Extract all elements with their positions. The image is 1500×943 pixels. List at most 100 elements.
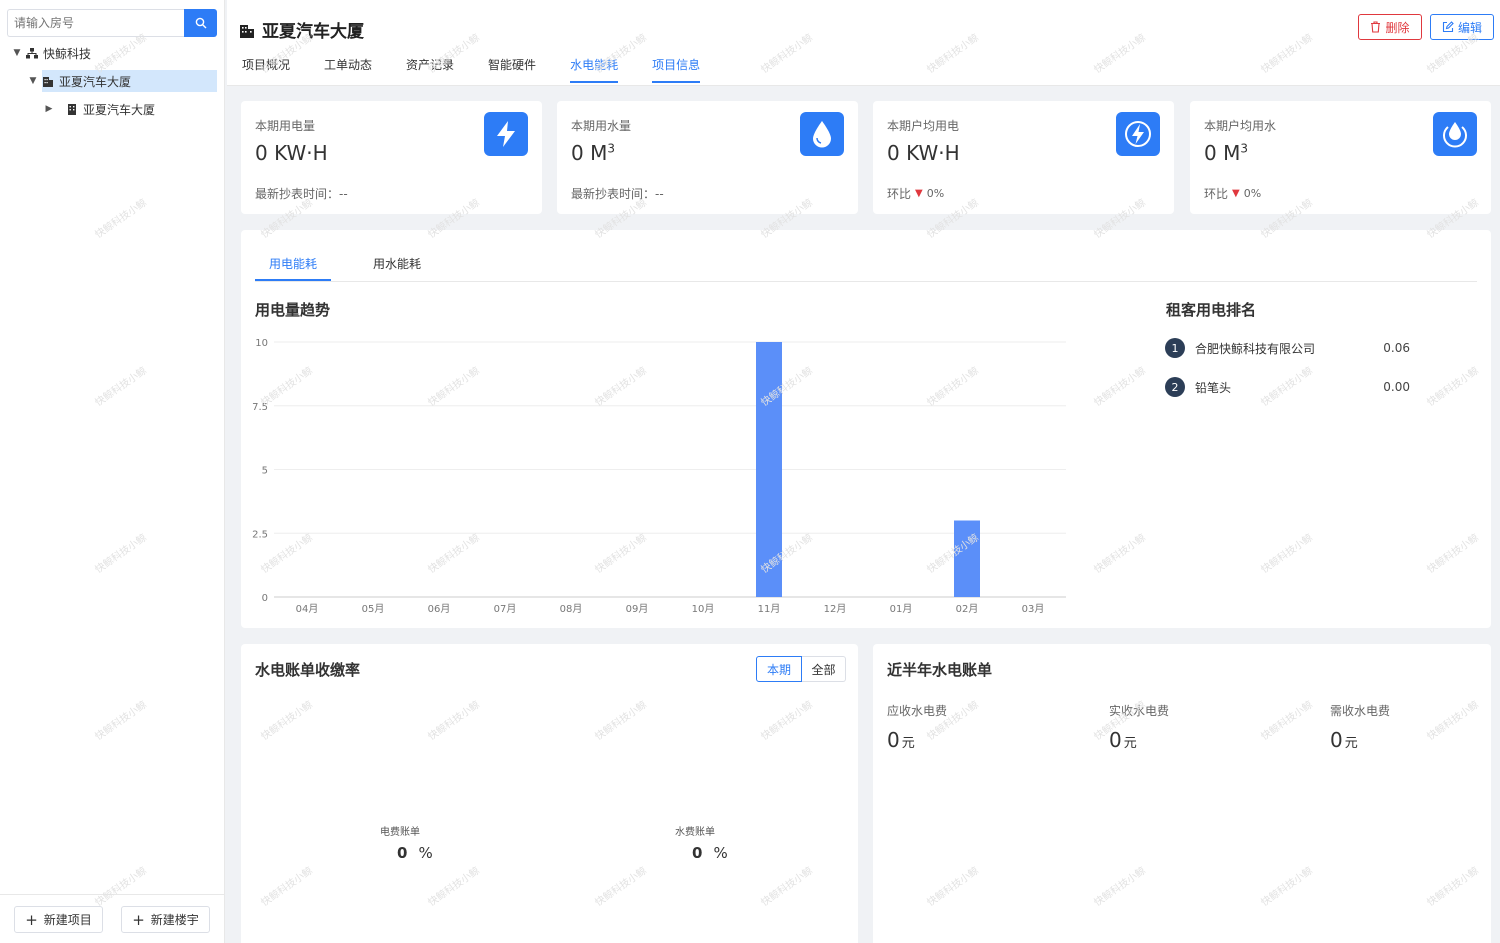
edit-button[interactable]: 编辑	[1430, 14, 1494, 40]
stat-card-water: 本期用水量 0 M3 最新抄表时间：--	[557, 101, 858, 214]
receivable-label: 应收水电费	[887, 704, 948, 718]
tree-node-building[interactable]: ▶ 亚夏汽车大厦	[42, 98, 217, 120]
received-value: 0元	[1109, 728, 1137, 752]
tab-electricity-energy[interactable]: 用电能耗	[255, 248, 332, 281]
new-building-label: 新建楼宇	[150, 913, 199, 927]
stat-sub: 环比 ▼ 0%	[887, 187, 945, 201]
stat-sub: 环比 ▼ 0%	[1204, 187, 1262, 201]
y-tick-label: 10	[255, 338, 268, 349]
caret-down-icon[interactable]: ▼	[10, 48, 24, 58]
outstanding-label: 需收水电费	[1330, 704, 1391, 718]
stat-card-avg-electricity: 本期户均用电 0 KW·H 环比 ▼ 0%	[873, 101, 1174, 214]
plus-icon: +	[25, 910, 38, 929]
caret-right-icon[interactable]: ▶	[42, 104, 56, 114]
page-title: 亚夏汽车大厦	[239, 17, 364, 42]
water-bill-rate: 0%	[692, 844, 729, 862]
tree-node-project[interactable]: ▼ 亚夏汽车大厦	[30, 70, 217, 92]
water-circle-icon	[1433, 112, 1477, 156]
stat-sub: 最新抄表时间：--	[571, 187, 664, 201]
tab-work-orders[interactable]: 工单动态	[324, 56, 372, 83]
org-chart-icon	[24, 47, 40, 59]
building-icon	[64, 103, 80, 115]
new-project-label: 新建项目	[43, 913, 92, 927]
stat-label: 本期用水量	[571, 119, 632, 133]
energy-tabs: 用电能耗 用水能耗	[255, 248, 1477, 282]
sidebar-footer: + 新建项目 + 新建楼宇	[0, 894, 225, 943]
room-search	[7, 9, 217, 37]
x-tick-label: 07月	[494, 603, 517, 615]
stat-label: 本期户均用水	[1204, 119, 1277, 133]
tab-energy[interactable]: 水电能耗	[570, 56, 619, 83]
receivable-value: 0元	[887, 728, 915, 752]
x-tick-label: 12月	[824, 603, 847, 615]
tree-node-company[interactable]: ▼ 快鲸科技	[10, 42, 217, 64]
stat-value: 0 M3	[1204, 141, 1248, 165]
y-tick-label: 7.5	[252, 402, 268, 413]
x-tick-label: 11月	[758, 603, 781, 615]
x-tick-label: 08月	[560, 603, 583, 615]
rank-name: 铅笔头	[1195, 380, 1232, 395]
period-toggle: 本期 全部	[756, 656, 846, 682]
x-tick-label: 02月	[956, 603, 979, 615]
lightning-icon	[484, 112, 528, 156]
collection-title: 水电账单收缴率	[255, 661, 361, 679]
electric-bill-label: 电费账单	[380, 827, 420, 838]
new-building-button[interactable]: + 新建楼宇	[121, 906, 210, 933]
y-tick-label: 0	[262, 593, 268, 604]
stat-sub: 最新抄表时间：--	[255, 187, 348, 201]
tab-hardware[interactable]: 智能硬件	[488, 56, 536, 83]
water-drop-icon	[800, 112, 844, 156]
tab-overview[interactable]: 项目概况	[242, 56, 290, 83]
stat-value: 0 M3	[571, 141, 615, 165]
electric-bill-rate: 0%	[397, 844, 434, 862]
tab-assets[interactable]: 资产记录	[406, 56, 454, 83]
tree-node-label: 亚夏汽车大厦	[83, 102, 156, 117]
bills-title: 近半年水电账单	[887, 661, 993, 679]
edit-icon	[1442, 21, 1454, 33]
project-tabs: 项目概况 工单动态 资产记录 智能硬件 水电能耗 项目信息	[242, 56, 734, 83]
stat-label: 本期用电量	[255, 119, 316, 133]
x-tick-label: 09月	[626, 603, 649, 615]
period-current-button[interactable]: 本期	[756, 656, 802, 682]
trash-icon	[1371, 21, 1381, 33]
tab-project-info[interactable]: 项目信息	[652, 56, 701, 83]
caret-down-icon[interactable]: ▼	[26, 76, 40, 86]
down-triangle-icon: ▼	[915, 188, 923, 199]
stat-value: 0 KW·H	[887, 141, 960, 165]
period-all-button[interactable]: 全部	[802, 656, 846, 682]
app-root: ▼ 快鲸科技 ▼ 亚夏汽车大厦 ▶ 亚夏汽车大厦 + 新建项目	[0, 0, 1500, 943]
x-tick-label: 01月	[890, 603, 913, 615]
tab-water-energy[interactable]: 用水能耗	[359, 248, 435, 281]
down-triangle-icon: ▼	[1232, 188, 1240, 199]
tree-node-label: 亚夏汽车大厦	[59, 74, 132, 89]
ranking-title: 租客用电排名	[1166, 301, 1257, 319]
chart-bar[interactable]	[954, 520, 980, 598]
chart-bar[interactable]	[756, 342, 782, 597]
x-tick-label: 10月	[692, 603, 715, 615]
rank-value: 0.06	[1383, 341, 1410, 355]
x-tick-label: 03月	[1022, 603, 1045, 615]
received-label: 实收水电费	[1109, 704, 1170, 718]
water-bill-label: 水费账单	[675, 827, 715, 838]
y-tick-label: 2.5	[252, 529, 268, 540]
page-header: 亚夏汽车大厦 项目概况 工单动态 资产记录 智能硬件 水电能耗 项目信息 删除 …	[227, 0, 1500, 86]
delete-button[interactable]: 删除	[1358, 14, 1422, 40]
new-project-button[interactable]: + 新建项目	[14, 906, 103, 933]
half-year-bills-card: 近半年水电账单 应收水电费 0元 实收水电费 0元 需收水电费 0元	[873, 644, 1491, 943]
building-icon	[240, 24, 254, 38]
delete-label: 删除	[1385, 20, 1410, 35]
search-button[interactable]	[184, 9, 217, 37]
electricity-trend-chart: 0 2.5 5 7.5 10 04月 05月 06月 07月 08月 09月 10月 11月 12月 01月…	[252, 338, 1066, 615]
ranking-row: 1 合肥快鲸科技有限公司 0.06	[1165, 336, 1410, 360]
rank-number: 2	[1165, 377, 1185, 397]
rank-value: 0.00	[1383, 380, 1410, 394]
room-search-input[interactable]	[7, 9, 184, 37]
outstanding-value: 0元	[1330, 728, 1358, 752]
collection-rate-card: 水电账单收缴率 本期 全部 电费账单 0% 水费账单 0%	[241, 644, 858, 943]
stat-card-electricity: 本期用电量 0 KW·H 最新抄表时间：--	[241, 101, 542, 214]
building-icon	[40, 75, 56, 87]
x-tick-label: 04月	[296, 603, 319, 615]
ranking-row: 2 铅笔头 0.00	[1165, 375, 1410, 399]
trend-title: 用电量趋势	[255, 301, 331, 319]
rank-number: 1	[1165, 338, 1185, 358]
